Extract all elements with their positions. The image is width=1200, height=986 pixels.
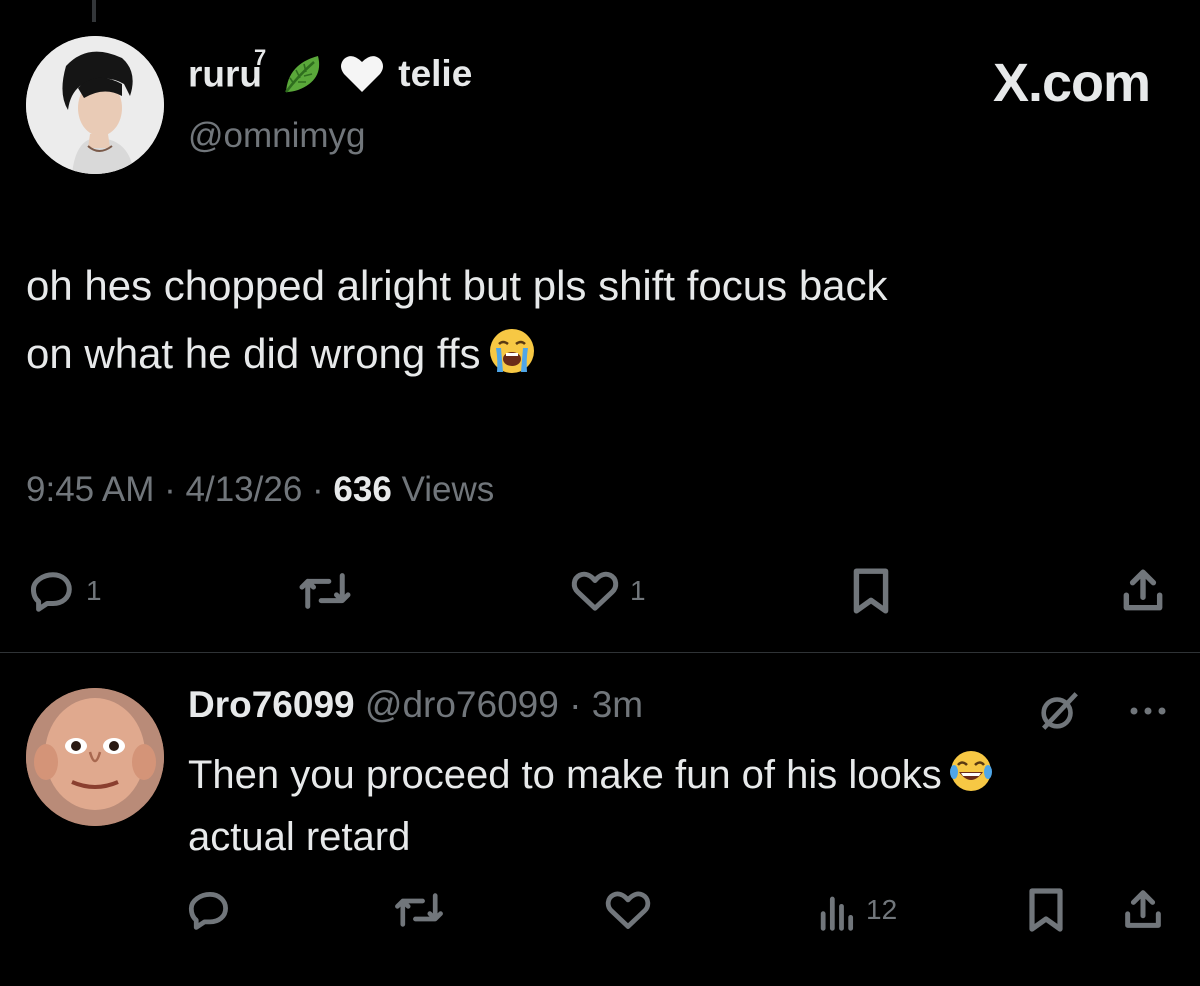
reply-tools <box>1036 688 1170 734</box>
share-icon <box>1123 569 1163 611</box>
leafy-green-icon <box>285 56 320 93</box>
avatar[interactable] <box>26 688 164 826</box>
grok-icon[interactable] <box>1036 688 1082 734</box>
reply-time[interactable]: 3m <box>592 684 643 725</box>
tweet-text-line: on what he did wrong ffs <box>26 330 481 377</box>
bookmark-button[interactable] <box>1024 886 1068 934</box>
retweet-button[interactable] <box>296 568 354 614</box>
tweet-screenshot: ruru7 telie @omnimyg X.com oh hes choppe… <box>0 0 1200 986</box>
name-suffix[interactable]: telie <box>398 53 472 95</box>
reply-header: Dro76099 @dro76099 · 3m <box>188 684 644 725</box>
name-superscript: 7 <box>254 44 267 70</box>
views-button[interactable]: 12 <box>816 888 897 932</box>
more-icon[interactable] <box>1126 701 1170 721</box>
display-name[interactable]: ruru7 <box>188 45 266 95</box>
reply-icon <box>188 892 228 930</box>
reply-actions: 12 <box>0 880 1200 940</box>
reply-handle[interactable]: @dro76099 <box>365 684 559 725</box>
reply-button[interactable]: 1 <box>30 568 102 614</box>
views-count: 636 <box>333 470 392 509</box>
share-button[interactable] <box>1120 886 1166 934</box>
tweet-time[interactable]: 9:45 AM <box>26 470 154 509</box>
reply-text: Then you proceed to make fun of his look… <box>188 744 1178 868</box>
bookmark-icon <box>1029 888 1063 932</box>
share-button[interactable] <box>1118 566 1168 616</box>
like-button[interactable]: 1 <box>570 568 646 614</box>
retweet-button[interactable] <box>392 888 446 932</box>
share-icon <box>1125 890 1161 928</box>
retweet-icon <box>299 573 351 609</box>
views-icon <box>820 896 854 931</box>
tweet-meta: 9:45 AM · 4/13/26 · 636 Views <box>26 470 495 509</box>
like-count: 1 <box>630 575 646 606</box>
bookmark-icon <box>853 568 889 614</box>
like-icon <box>571 571 619 611</box>
x-watermark: X.com <box>992 53 1151 113</box>
avatar[interactable] <box>26 36 164 174</box>
like-button[interactable] <box>604 888 652 932</box>
tweet-date[interactable]: 4/13/26 <box>186 470 303 509</box>
views-label: Views <box>401 470 495 509</box>
divider <box>0 652 1200 653</box>
thread-line <box>92 0 96 22</box>
like-icon <box>605 891 651 929</box>
reply-count: 1 <box>86 575 102 606</box>
reply-display-name[interactable]: Dro76099 <box>188 684 355 725</box>
reply-text-line: Then you proceed to make fun of his look… <box>188 753 942 797</box>
reply-button[interactable] <box>188 888 232 932</box>
loudly-crying-face-icon <box>489 329 534 373</box>
views-count: 12 <box>866 894 898 925</box>
tears-of-joy-icon <box>949 751 992 791</box>
bookmark-button[interactable] <box>848 566 894 616</box>
tweet-actions: 1 1 <box>0 560 1200 620</box>
retweet-icon <box>395 893 443 927</box>
reply-icon <box>30 572 72 612</box>
tweet-text-line: oh hes chopped alright but pls shift foc… <box>26 262 888 309</box>
author-handle[interactable]: @omnimyg <box>188 116 366 156</box>
reply-text-line: actual retard <box>188 815 411 859</box>
white-heart-icon <box>341 56 384 92</box>
author-name-row[interactable]: ruru7 telie <box>188 45 472 98</box>
tweet-text: oh hes chopped alright but pls shift foc… <box>26 252 1166 388</box>
